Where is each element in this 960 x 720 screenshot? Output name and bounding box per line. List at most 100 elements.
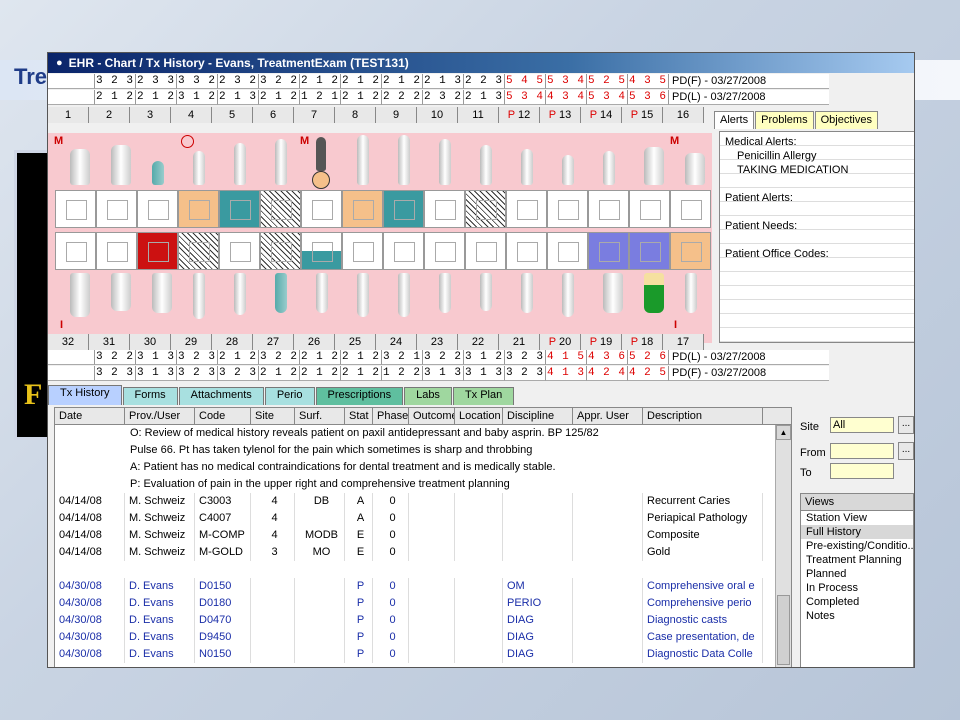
tooth-surface[interactable]	[55, 190, 96, 228]
tooth-number[interactable]: P 20	[540, 334, 581, 350]
table-row[interactable]: 04/30/08 D. Evans D0180 P 0 PERIO Comprehensiv…	[55, 595, 791, 612]
column-header[interactable]: Date	[55, 408, 125, 424]
tooth-surface[interactable]	[383, 190, 424, 228]
table-row[interactable]: 04/14/08 M. Schweiz C4007 4 A 0 Periapical Pat…	[55, 510, 791, 527]
column-header[interactable]: Description	[643, 408, 763, 424]
tab-objectives[interactable]: Objectives	[814, 111, 878, 129]
lower-tooth[interactable]	[562, 273, 574, 317]
tooth-surface[interactable]	[670, 232, 711, 270]
lower-tooth[interactable]	[439, 273, 451, 313]
tooth-number[interactable]: 23	[417, 334, 458, 350]
lower-tooth[interactable]	[316, 273, 328, 313]
upper-tooth[interactable]	[480, 145, 492, 185]
tx-history-grid[interactable]: Date Prov./User Code Site Surf. Stat Phase Outc…	[54, 407, 792, 667]
view-item[interactable]: In Process	[801, 581, 913, 595]
tooth-surface[interactable]	[588, 232, 629, 270]
tooth-surface[interactable]	[506, 190, 547, 228]
column-header[interactable]: Site	[251, 408, 295, 424]
tooth-number[interactable]: P 14	[581, 107, 622, 123]
table-row[interactable]: 04/14/08 M. Schweiz C3003 4 DB A 0 Recurrent Ca…	[55, 493, 791, 510]
column-header[interactable]: Location	[455, 408, 503, 424]
tooth-surface[interactable]	[465, 190, 506, 228]
tooth-surface[interactable]	[506, 232, 547, 270]
lower-tooth[interactable]	[193, 273, 205, 319]
tooth-number[interactable]: 29	[171, 334, 212, 350]
tooth-number[interactable]: 27	[253, 334, 294, 350]
column-header[interactable]: Stat	[345, 408, 373, 424]
column-header[interactable]: Appr. User	[573, 408, 643, 424]
lower-tooth[interactable]	[152, 273, 172, 313]
tab-labs[interactable]: Labs	[404, 387, 452, 405]
upper-tooth[interactable]	[193, 151, 205, 185]
tooth-surface[interactable]	[424, 190, 465, 228]
lower-tooth[interactable]	[521, 273, 533, 313]
column-header[interactable]: Outcome	[409, 408, 455, 424]
tooth-number[interactable]: 24	[376, 334, 417, 350]
tooth-number[interactable]: 25	[335, 334, 376, 350]
tooth-surface[interactable]	[547, 232, 588, 270]
tab-alerts[interactable]: Alerts	[714, 111, 755, 129]
column-header[interactable]: Surf.	[295, 408, 345, 424]
upper-tooth[interactable]	[234, 143, 246, 185]
tooth-number[interactable]: 6	[253, 107, 294, 123]
table-row[interactable]: 04/14/08 M. Schweiz M-COMP 4 MODB E 0 Composite	[55, 527, 791, 544]
tooth-surface[interactable]	[301, 190, 342, 228]
site-browse-button[interactable]: ...	[898, 416, 914, 434]
history-scrollbar[interactable]: ▲	[775, 425, 791, 667]
lower-tooth[interactable]	[275, 273, 287, 313]
tooth-surface[interactable]	[424, 232, 465, 270]
tooth-number[interactable]: 5	[212, 107, 253, 123]
lower-surfaces[interactable]	[55, 232, 711, 270]
upper-tooth[interactable]	[111, 145, 131, 185]
table-row[interactable]: 04/30/08 D. Evans D0150 P 0 OM Comprehensive o…	[55, 578, 791, 595]
tooth-surface[interactable]	[260, 232, 301, 270]
tooth-surface[interactable]	[96, 190, 137, 228]
tooth-surface[interactable]	[96, 232, 137, 270]
tooth-surface[interactable]	[547, 190, 588, 228]
tooth-surface[interactable]	[137, 232, 178, 270]
tooth-number[interactable]: 32	[48, 334, 89, 350]
column-header[interactable]: Code	[195, 408, 251, 424]
to-input[interactable]	[830, 463, 894, 479]
view-item[interactable]: Station View	[801, 511, 913, 525]
upper-tooth[interactable]	[398, 135, 410, 185]
tooth-surface[interactable]	[219, 190, 260, 228]
tooth-surface[interactable]	[178, 190, 219, 228]
tooth-number[interactable]: 16	[663, 107, 704, 123]
tooth-surface[interactable]	[178, 232, 219, 270]
tooth-surface[interactable]	[383, 232, 424, 270]
tooth-number[interactable]: 2	[89, 107, 130, 123]
tooth-number[interactable]: P 13	[540, 107, 581, 123]
scroll-up-icon[interactable]: ▲	[776, 425, 791, 440]
tooth-number[interactable]: P 19	[581, 334, 622, 350]
tooth-number[interactable]: 7	[294, 107, 335, 123]
tooth-number[interactable]: 11	[458, 107, 499, 123]
lower-tooth[interactable]	[357, 273, 369, 317]
upper-tooth[interactable]	[275, 139, 287, 185]
from-input[interactable]	[830, 443, 894, 459]
view-item[interactable]: Notes	[801, 609, 913, 623]
tooth-surface[interactable]	[301, 232, 342, 270]
column-header[interactable]: Prov./User	[125, 408, 195, 424]
table-row[interactable]: 04/30/08 D. Evans D0470 P 0 DIAG Diagnostic ca…	[55, 612, 791, 629]
tooth-surface[interactable]	[219, 232, 260, 270]
view-item[interactable]: Planned	[801, 567, 913, 581]
tooth-number[interactable]: 26	[294, 334, 335, 350]
tooth-surface[interactable]	[629, 190, 670, 228]
tooth-number[interactable]: 1	[48, 107, 89, 123]
view-item[interactable]: Full History	[801, 525, 913, 539]
tooth-number[interactable]: 21	[499, 334, 540, 350]
tooth-surface[interactable]	[55, 232, 96, 270]
tooth-number[interactable]: 8	[335, 107, 376, 123]
lower-tooth[interactable]	[644, 273, 664, 313]
tooth-number[interactable]: P 15	[622, 107, 663, 123]
view-item[interactable]: Pre-existing/Conditio...	[801, 539, 914, 553]
tab-attachments[interactable]: Attachments	[178, 387, 264, 405]
tab-tx-plan[interactable]: Tx Plan	[452, 387, 515, 405]
upper-tooth[interactable]	[644, 147, 664, 185]
upper-tooth[interactable]	[521, 149, 533, 185]
tooth-number[interactable]: 22	[458, 334, 499, 350]
tooth-number[interactable]: P 18	[622, 334, 663, 350]
tooth-number[interactable]: 17	[663, 334, 704, 350]
upper-tooth[interactable]	[312, 137, 330, 189]
